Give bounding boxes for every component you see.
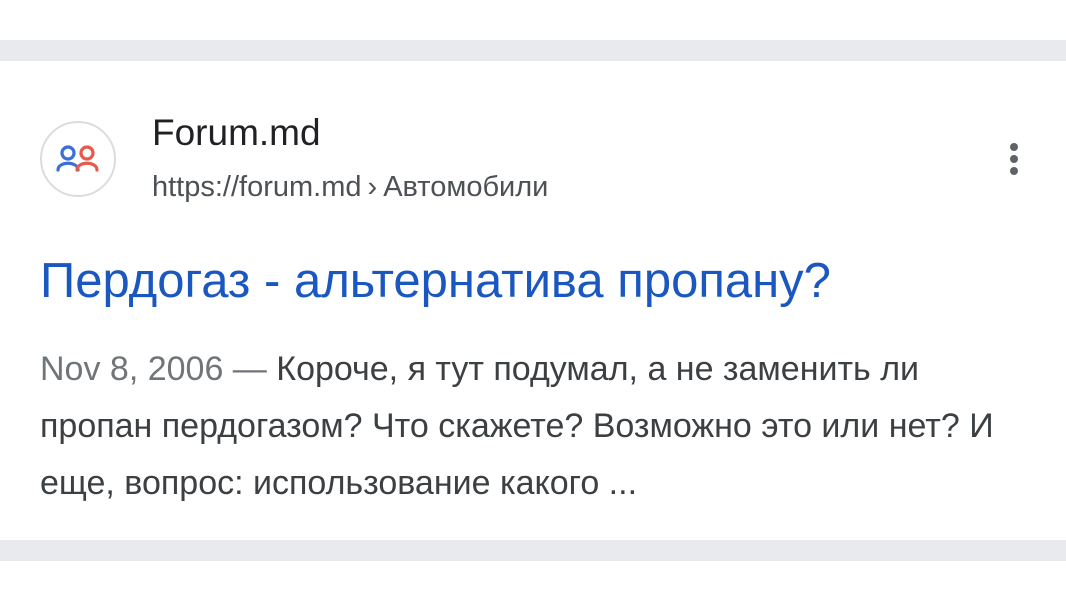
site-name[interactable]: Forum.md — [152, 111, 321, 155]
site-url-breadcrumb[interactable]: https://forum.md › Автомобили — [152, 169, 548, 205]
breadcrumb-category: Автомобили — [383, 171, 549, 203]
result-title-link[interactable]: Пердогаз - альтернатива пропану? — [40, 251, 831, 311]
snippet-date-separator: — — [223, 350, 277, 388]
breadcrumb-separator: › — [367, 171, 378, 203]
more-options-button[interactable] — [995, 139, 1033, 179]
snippet-date: Nov 8, 2006 — [40, 350, 224, 388]
more-vert-icon — [1010, 143, 1018, 175]
search-result-card: Forum.md https://forum.md › Автомобили Пер… — [0, 61, 1066, 540]
site-favicon[interactable] — [40, 121, 116, 197]
forum-md-people-icon — [56, 145, 99, 172]
top-divider — [0, 40, 1066, 61]
bottom-divider — [0, 540, 1066, 561]
site-url: https://forum.md — [152, 171, 362, 203]
result-snippet: Nov 8, 2006 — Короче, я тут подумал, а н… — [40, 341, 1030, 512]
